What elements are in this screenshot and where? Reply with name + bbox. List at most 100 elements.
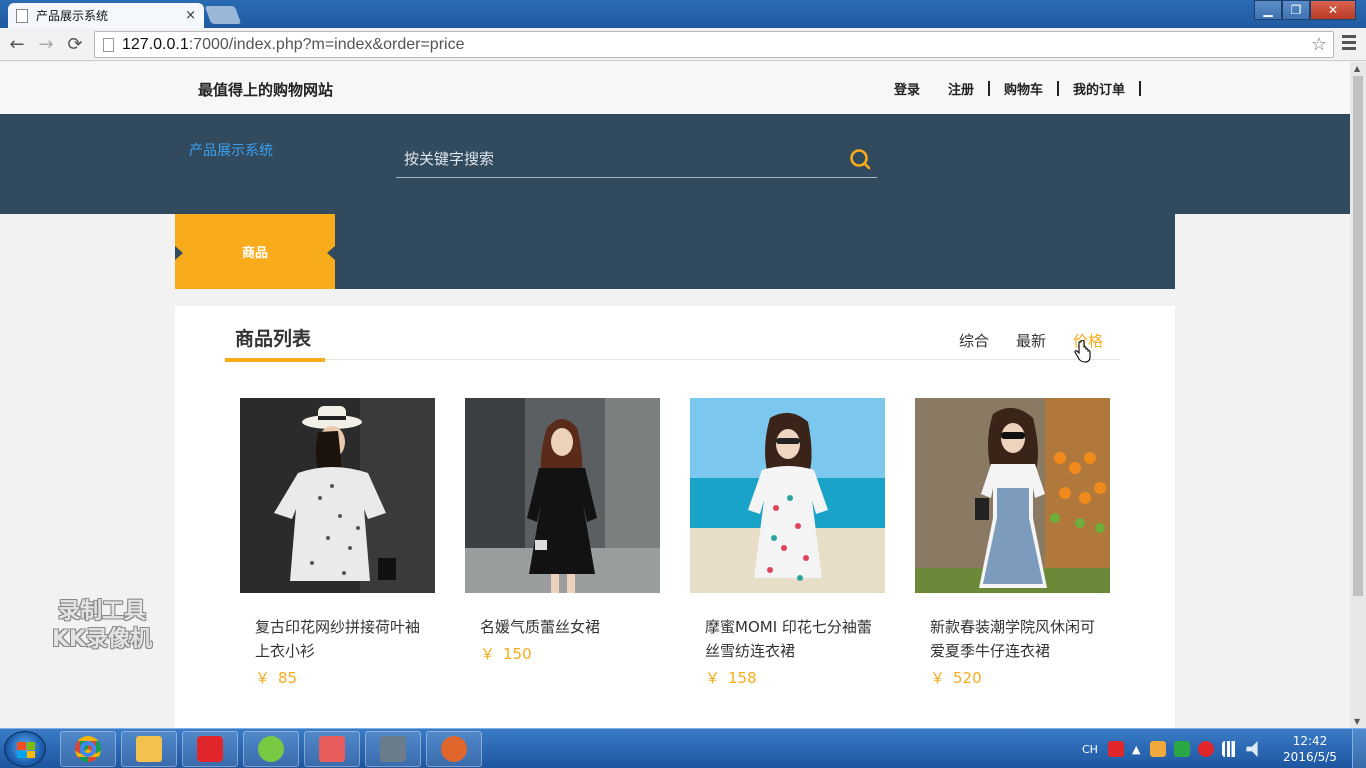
recorder-watermark: 录制工具 KK录像机 — [34, 598, 170, 654]
notch-left — [175, 246, 183, 260]
recorder-icon — [441, 736, 467, 762]
scrollbar-thumb[interactable] — [1353, 76, 1363, 596]
input-language[interactable]: CH — [1082, 743, 1098, 756]
taskbar-app-green[interactable] — [243, 731, 299, 767]
browser-toolbar: ← → ⟳ 127.0.0.1:7000/index.php?m=index&o… — [0, 28, 1366, 61]
hand-cursor-icon — [1074, 340, 1091, 363]
taskbar-apps — [60, 731, 487, 767]
tab-close-icon[interactable]: × — [185, 8, 196, 23]
taskbar-chrome[interactable] — [60, 731, 116, 767]
url-text: 127.0.0.1:7000/index.php?m=index&order=p… — [122, 36, 464, 54]
login-link[interactable]: 登录 — [880, 79, 934, 98]
price-value: 520 — [953, 669, 982, 687]
product-price: ￥ 85 — [255, 667, 435, 688]
scroll-down-icon[interactable]: ▼ — [1354, 717, 1360, 726]
music-app-icon — [197, 736, 223, 762]
site-name: 最值得上的购物网站 — [198, 81, 334, 99]
reload-icon[interactable]: ⟳ — [64, 34, 86, 56]
price-value: 150 — [503, 645, 532, 663]
address-bar[interactable]: 127.0.0.1:7000/index.php?m=index&order=p… — [94, 31, 1334, 58]
volume-icon[interactable] — [1246, 741, 1258, 757]
product-name[interactable]: 摩蜜MOMI 印花七分袖蕾丝雪纺连衣裙 — [705, 615, 883, 663]
product-image[interactable] — [690, 398, 885, 593]
folder-icon — [136, 736, 162, 762]
currency-symbol: ￥ — [930, 669, 946, 687]
taskbar-explorer[interactable] — [121, 731, 177, 767]
tray-expand-icon[interactable]: ▲ — [1132, 743, 1140, 756]
taskbar-recorder[interactable] — [426, 731, 482, 767]
nav-item-products[interactable]: 商品 — [175, 214, 335, 289]
maximize-button[interactable]: ❐ — [1282, 0, 1310, 20]
search-icon[interactable] — [849, 148, 871, 170]
divider — [1139, 81, 1142, 96]
product-image[interactable] — [915, 398, 1110, 593]
watermark-line: 录制工具 — [57, 599, 146, 624]
product-card[interactable]: 摩蜜MOMI 印花七分袖蕾丝雪纺连衣裙 ￥ 158 — [690, 398, 885, 688]
close-window-button[interactable]: ✕ — [1310, 0, 1356, 20]
start-button[interactable] — [4, 731, 46, 767]
chrome-icon — [75, 736, 101, 762]
system-tray: CH ▲ — [1082, 729, 1270, 768]
product-price: ￥ 158 — [705, 667, 885, 688]
brand-logo[interactable]: 产品展示系统 — [189, 140, 273, 160]
search-input[interactable] — [396, 140, 836, 178]
window-controls: ▁ ❐ ✕ — [1254, 0, 1356, 20]
windows-logo-icon — [17, 742, 35, 758]
price-value: 85 — [278, 669, 298, 687]
bookmark-star-icon[interactable]: ☆ — [1311, 34, 1327, 55]
product-name[interactable]: 新款春装潮学院风休闲可爱夏季牛仔连衣裙 — [930, 615, 1108, 663]
new-tab-button[interactable] — [204, 6, 242, 24]
clock-time: 12:42 — [1292, 734, 1328, 748]
taskbar-photos[interactable] — [365, 731, 421, 767]
product-name[interactable]: 复古印花网纱拼接荷叶袖上衣小衫 — [255, 615, 433, 663]
product-card[interactable]: 名媛气质蕾丝女裙 ￥ 150 — [465, 398, 660, 688]
page-scrollbar[interactable]: ▲ ▼ — [1350, 62, 1366, 728]
register-link[interactable]: 注册 — [934, 79, 988, 98]
minimize-button[interactable]: ▁ — [1254, 0, 1282, 20]
currency-symbol: ￥ — [480, 645, 496, 663]
url-host: 127.0.0.1 — [122, 35, 189, 53]
security-icon[interactable] — [1174, 741, 1191, 757]
back-arrow-icon[interactable]: ← — [6, 34, 28, 56]
page-icon — [16, 8, 28, 23]
music-tray-icon[interactable] — [1198, 741, 1215, 757]
my-orders-link[interactable]: 我的订单 — [1059, 79, 1139, 98]
cart-link[interactable]: 购物车 — [990, 79, 1057, 98]
currency-symbol: ￥ — [255, 669, 271, 687]
product-card[interactable]: 新款春装潮学院风休闲可爱夏季牛仔连衣裙 ￥ 520 — [915, 398, 1110, 688]
photo-icon — [380, 736, 406, 762]
currency-symbol: ￥ — [705, 669, 721, 687]
nav-item-label: 商品 — [241, 246, 268, 261]
page-viewport: 最值得上的购物网站 登录 注册 购物车 我的订单 产品展示系统 商品 商品 — [0, 62, 1350, 728]
windows-taskbar: CH ▲ 12:42 2016/5/5 — [0, 728, 1366, 768]
system-clock[interactable]: 12:42 2016/5/5 — [1282, 733, 1338, 765]
product-price: ￥ 150 — [480, 643, 660, 664]
divider — [325, 359, 1120, 360]
network-icon[interactable] — [1222, 741, 1239, 757]
product-name[interactable]: 名媛气质蕾丝女裙 — [480, 615, 658, 639]
product-image[interactable] — [465, 398, 660, 593]
notch-right — [327, 246, 335, 260]
clock-date: 2016/5/5 — [1283, 750, 1337, 764]
browser-tab[interactable]: 产品展示系统 × — [8, 3, 204, 28]
show-desktop-button[interactable] — [1352, 729, 1366, 768]
green-app-icon — [258, 736, 284, 762]
sort-newest[interactable]: 最新 — [1016, 330, 1059, 351]
sort-default[interactable]: 综合 — [959, 330, 1002, 351]
browser-menu-icon[interactable] — [1342, 35, 1356, 53]
price-value: 158 — [728, 669, 757, 687]
taskbar-music[interactable] — [182, 731, 238, 767]
top-links: 登录 注册 购物车 我的订单 — [880, 79, 1142, 98]
qq-icon[interactable] — [1150, 741, 1167, 757]
product-price: ￥ 520 — [930, 667, 1110, 688]
taskbar-editor[interactable] — [304, 731, 360, 767]
product-list-panel: 商品列表 综合 最新 价格 复古印花网纱拼接荷叶袖上衣小衫 ￥ 85 名媛气质蕾… — [175, 306, 1175, 728]
editor-icon — [319, 736, 345, 762]
product-grid: 复古印花网纱拼接荷叶袖上衣小衫 ￥ 85 名媛气质蕾丝女裙 ￥ 150 摩蜜MO… — [240, 398, 1140, 688]
ime-icon[interactable] — [1107, 741, 1124, 757]
product-card[interactable]: 复古印花网纱拼接荷叶袖上衣小衫 ￥ 85 — [240, 398, 435, 688]
scroll-up-icon[interactable]: ▲ — [1354, 64, 1360, 73]
forward-arrow-icon[interactable]: → — [35, 34, 57, 56]
product-image[interactable] — [240, 398, 435, 593]
tab-title: 产品展示系统 — [36, 9, 109, 23]
